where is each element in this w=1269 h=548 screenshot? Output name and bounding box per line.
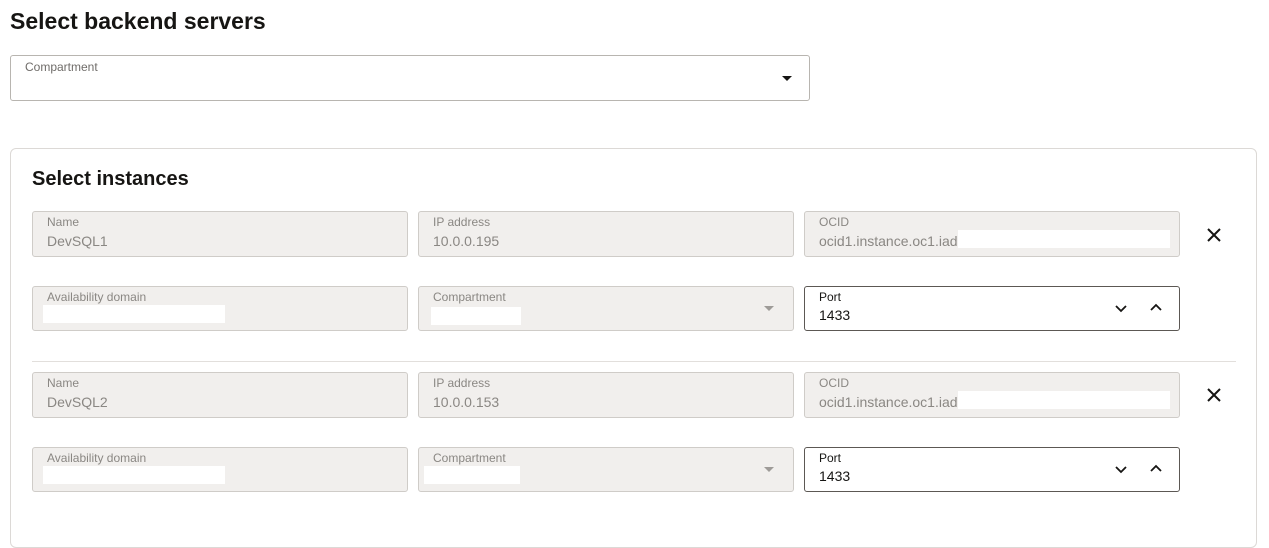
port-input[interactable]: Port 1433 xyxy=(804,286,1180,331)
section-title: Select instances xyxy=(32,168,189,190)
instance-ocid-value: ocid1.instance.oc1.iad. xyxy=(819,233,962,249)
availability-domain-label: Availability domain xyxy=(47,451,147,465)
chevron-down-icon[interactable] xyxy=(1112,460,1130,478)
chevron-down-icon[interactable] xyxy=(1112,299,1130,317)
port-value[interactable]: 1433 xyxy=(819,468,850,484)
instance-ip-field: IP address 10.0.0.153 xyxy=(418,372,794,418)
caret-down-icon[interactable] xyxy=(782,76,792,81)
redacted-block xyxy=(43,305,225,323)
caret-down-icon xyxy=(764,467,774,472)
instance-name-value: DevSQL2 xyxy=(47,394,108,410)
instance-divider xyxy=(32,361,1236,362)
redacted-block xyxy=(431,307,521,325)
chevron-up-icon[interactable] xyxy=(1147,299,1165,317)
redacted-block xyxy=(958,391,1170,409)
redacted-block xyxy=(424,466,520,484)
instance-ocid-label: OCID xyxy=(819,376,849,390)
redacted-block xyxy=(958,230,1170,248)
instance-ip-label: IP address xyxy=(433,376,491,390)
port-decrement-button[interactable] xyxy=(1112,460,1130,478)
chevron-up-icon[interactable] xyxy=(1147,460,1165,478)
port-input[interactable]: Port 1433 xyxy=(804,447,1180,492)
instance-compartment-select: Compartment xyxy=(418,447,794,492)
port-label: Port xyxy=(819,451,842,465)
instance-name-label: Name xyxy=(47,215,80,229)
availability-domain-field: Availability domain xyxy=(32,447,408,492)
page-title: Select backend servers xyxy=(10,8,266,34)
remove-instance-button[interactable] xyxy=(1203,224,1225,246)
instance-name-field: Name DevSQL2 xyxy=(32,372,408,418)
port-increment-button[interactable] xyxy=(1147,299,1165,317)
instance-name-label: Name xyxy=(47,376,80,390)
close-icon[interactable] xyxy=(1203,384,1225,406)
compartment-select[interactable]: Compartment xyxy=(10,55,810,101)
instance-ip-value: 10.0.0.153 xyxy=(433,394,500,410)
port-label: Port xyxy=(819,290,842,304)
port-decrement-button[interactable] xyxy=(1112,299,1130,317)
instance-compartment-label: Compartment xyxy=(433,451,506,465)
port-increment-button[interactable] xyxy=(1147,460,1165,478)
instance-name-value: DevSQL1 xyxy=(47,233,108,249)
instance-ip-field: IP address 10.0.0.195 xyxy=(418,211,794,257)
instance-ip-label: IP address xyxy=(433,215,491,229)
instance-ocid-field: OCID ocid1.instance.oc1.iad. xyxy=(804,211,1180,257)
instance-ip-value: 10.0.0.195 xyxy=(433,233,500,249)
instance-compartment-label: Compartment xyxy=(433,290,506,304)
instance-ocid-field: OCID ocid1.instance.oc1.iad. xyxy=(804,372,1180,418)
availability-domain-field: Availability domain xyxy=(32,286,408,331)
redacted-block xyxy=(43,466,225,484)
caret-down-icon xyxy=(764,306,774,311)
close-icon[interactable] xyxy=(1203,224,1225,246)
remove-instance-button[interactable] xyxy=(1203,384,1225,406)
compartment-select-label: Compartment xyxy=(25,60,98,74)
instance-compartment-select: Compartment xyxy=(418,286,794,331)
instance-ocid-value: ocid1.instance.oc1.iad. xyxy=(819,394,962,410)
instance-ocid-label: OCID xyxy=(819,215,849,229)
port-value[interactable]: 1433 xyxy=(819,307,850,323)
availability-domain-label: Availability domain xyxy=(47,290,147,304)
instance-name-field: Name DevSQL1 xyxy=(32,211,408,257)
